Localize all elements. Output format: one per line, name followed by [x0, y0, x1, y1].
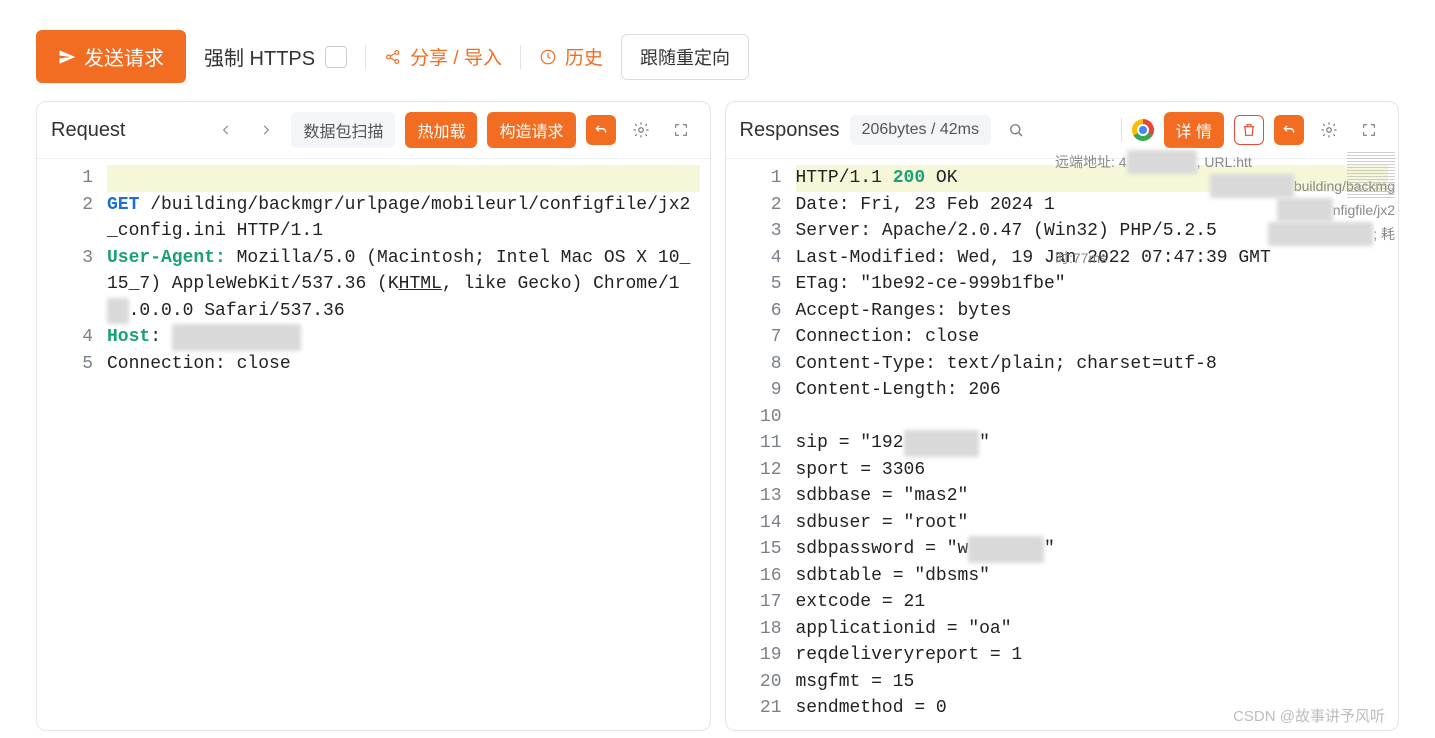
- response-code[interactable]: HTTP/1.1 200 OKDate: Fri, 23 Feb 2024 1S…: [796, 159, 1399, 730]
- response-meta: 206bytes / 42ms: [850, 115, 991, 145]
- request-panel-head: Request 数据包扫描 热加载 构造请求: [37, 102, 710, 159]
- response-panel-head: Responses 206bytes / 42ms 详 情: [726, 102, 1399, 159]
- request-code[interactable]: GET /building/backmgr/urlpage/mobileurl/…: [107, 159, 710, 730]
- trash-icon: [1241, 122, 1257, 138]
- search-button[interactable]: [1001, 115, 1031, 145]
- history-link[interactable]: 历史: [539, 43, 603, 70]
- undo-icon: [593, 122, 609, 138]
- send-request-label: 发送请求: [84, 42, 164, 71]
- expand-button[interactable]: [666, 115, 696, 145]
- nav-prev-button[interactable]: [211, 115, 241, 145]
- response-gutter: 123456789101112131415161718192021: [726, 159, 796, 730]
- settings-button[interactable]: [626, 115, 656, 145]
- share-icon: [384, 48, 402, 66]
- response-settings-button[interactable]: [1314, 115, 1344, 145]
- reply-action-button[interactable]: [1274, 115, 1304, 145]
- expand-icon: [673, 122, 689, 138]
- share-import-label: 分享 / 导入: [410, 43, 502, 70]
- gear-icon: [1320, 121, 1338, 139]
- response-editor[interactable]: 123456789101112131415161718192021 HTTP/1…: [726, 159, 1399, 730]
- refresh-action-button[interactable]: [586, 115, 616, 145]
- nav-next-button[interactable]: [251, 115, 281, 145]
- response-title: Responses: [740, 119, 840, 142]
- delete-button[interactable]: [1234, 115, 1264, 145]
- request-gutter: 12345: [37, 159, 107, 730]
- hot-reload-button[interactable]: 热加载: [405, 112, 477, 148]
- detail-button[interactable]: 详 情: [1164, 112, 1224, 148]
- force-https-label: 强制 HTTPS: [204, 42, 315, 71]
- watermark: CSDN @故事讲予风听: [1233, 705, 1385, 726]
- undo-icon: [1281, 122, 1297, 138]
- response-expand-button[interactable]: [1354, 115, 1384, 145]
- share-import-link[interactable]: 分享 / 导入: [384, 43, 502, 70]
- chrome-icon[interactable]: [1132, 119, 1154, 141]
- top-toolbar: 发送请求 强制 HTTPS 分享 / 导入 历史 跟随重定向: [0, 0, 1435, 101]
- minimap: [1347, 150, 1395, 198]
- paper-plane-icon: [58, 48, 76, 66]
- request-title: Request: [51, 119, 126, 142]
- follow-redirect-button[interactable]: 跟随重定向: [621, 34, 749, 80]
- divider: [1121, 118, 1122, 142]
- scan-packets-button[interactable]: 数据包扫描: [291, 112, 395, 148]
- history-label: 历史: [565, 43, 603, 70]
- search-icon: [1007, 121, 1025, 139]
- gear-icon: [632, 121, 650, 139]
- build-request-button[interactable]: 构造请求: [487, 112, 575, 148]
- checkbox-icon[interactable]: [325, 46, 347, 68]
- panels-row: Request 数据包扫描 热加载 构造请求 12345 GET /buildi…: [0, 101, 1435, 731]
- divider: [365, 45, 366, 69]
- divider: [520, 45, 521, 69]
- clock-icon: [539, 48, 557, 66]
- send-request-button[interactable]: 发送请求: [36, 30, 186, 83]
- request-editor[interactable]: 12345 GET /building/backmgr/urlpage/mobi…: [37, 159, 710, 730]
- force-https-toggle[interactable]: 强制 HTTPS: [204, 42, 347, 71]
- request-panel: Request 数据包扫描 热加载 构造请求 12345 GET /buildi…: [36, 101, 711, 731]
- expand-icon: [1361, 122, 1377, 138]
- response-panel: Responses 206bytes / 42ms 详 情 123456: [725, 101, 1400, 731]
